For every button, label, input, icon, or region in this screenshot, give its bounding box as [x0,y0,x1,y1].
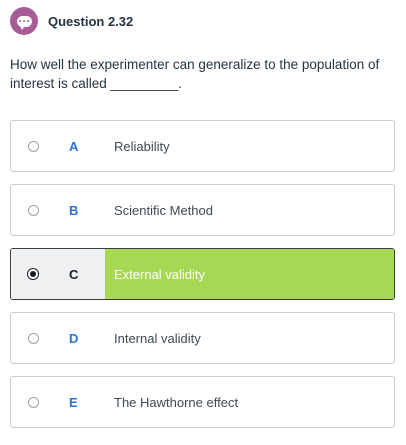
chat-bubble-icon [10,7,38,35]
answer-option-e[interactable]: E The Hawthorne effect [10,376,395,428]
radio-selected-dot [30,271,36,277]
question-card: Question 2.32 How well the experimenter … [0,0,406,445]
option-letter: A [69,138,79,154]
option-label: Internal validity [114,330,201,346]
option-letter: C [55,249,105,299]
radio-button-a[interactable] [27,140,39,152]
option-label: Scientific Method [114,202,213,218]
radio-button-b[interactable] [27,204,39,216]
question-text: How well the experimenter can generalize… [10,57,380,91]
answer-option-d[interactable]: D Internal validity [10,312,395,364]
option-letter: E [69,394,78,410]
option-label: The Hawthorne effect [114,394,239,410]
radio-button-d[interactable] [27,332,39,344]
radio-button-c[interactable] [27,268,39,280]
answer-option-a[interactable]: A Reliability [10,120,395,172]
option-label: Reliability [114,138,170,154]
option-letter: D [69,330,79,346]
option-letter: B [69,202,79,218]
question-header: Question 2.32 [10,7,133,35]
radio-button-e[interactable] [27,396,39,408]
answer-option-c[interactable]: C External validity [10,248,395,300]
answer-option-b[interactable]: B Scientific Method [10,184,395,236]
question-number: Question 2.32 [48,13,134,29]
option-label: External validity [105,249,394,299]
